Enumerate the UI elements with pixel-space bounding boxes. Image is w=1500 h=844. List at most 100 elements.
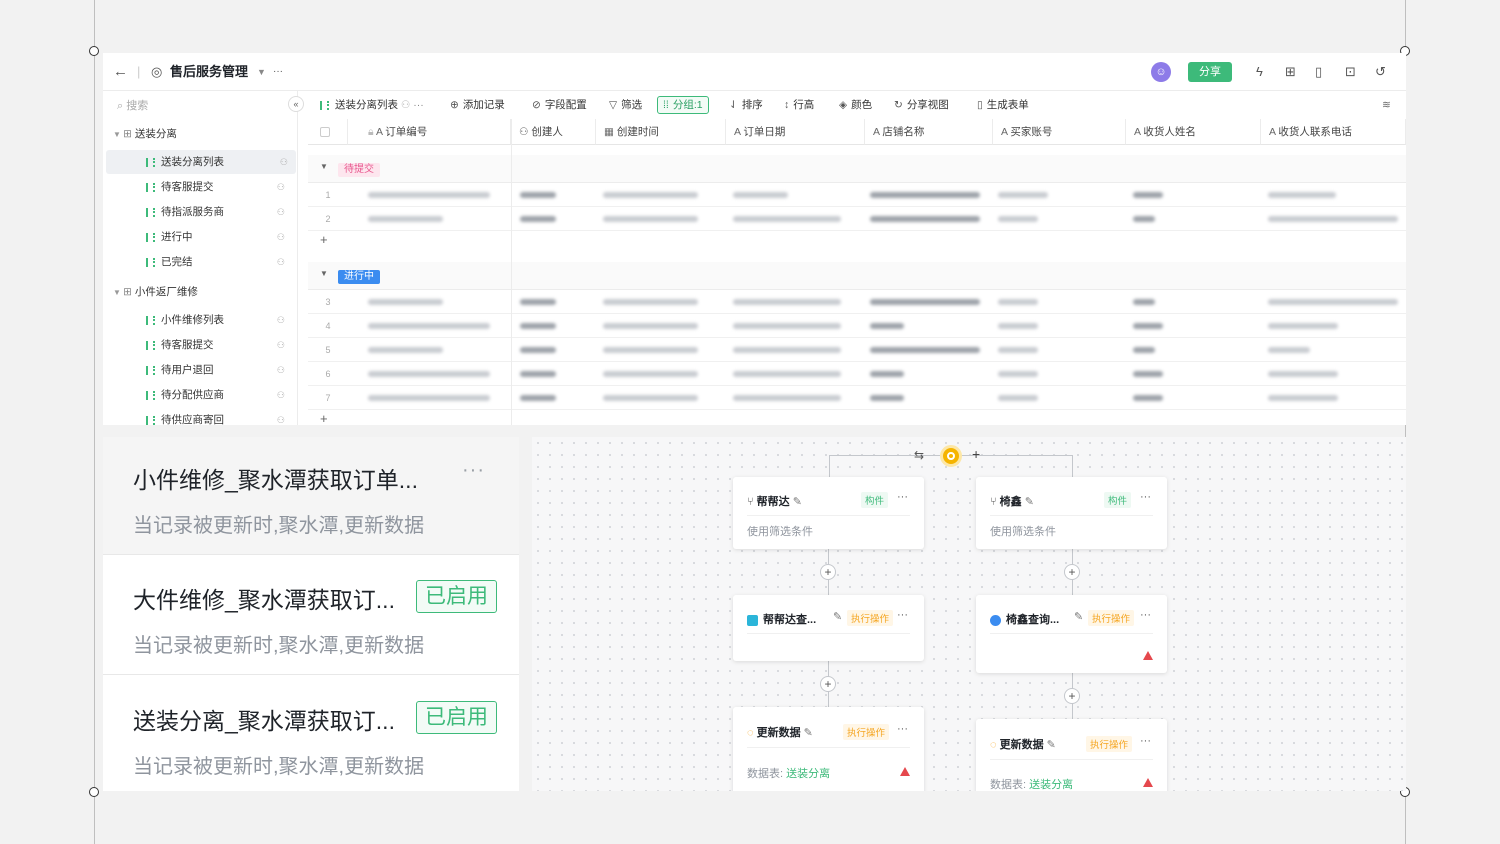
- condition-node[interactable]: ⑂ 帮帮达 ✎ 构件 ··· 使用筛选条件: [733, 477, 924, 549]
- table-row[interactable]: 2: [308, 207, 1406, 231]
- redacted-cell: [368, 216, 443, 222]
- add-step-button[interactable]: +: [820, 564, 836, 580]
- add-step-button[interactable]: +: [1064, 688, 1080, 704]
- column-header-shop-name[interactable]: A 店铺名称: [865, 119, 993, 145]
- edit-icon[interactable]: ✎: [1074, 610, 1083, 623]
- avatar[interactable]: ☺: [1151, 62, 1171, 82]
- column-header-receiver-phone[interactable]: A 收货人联系电话: [1261, 119, 1406, 145]
- sidebar-item-repair-pending-cs[interactable]: 待客服提交 ⚇: [103, 333, 293, 357]
- sidebar-item-repair-list[interactable]: 小件维修列表 ⚇: [103, 308, 293, 332]
- table-row[interactable]: 7: [308, 386, 1406, 410]
- group-header-pending[interactable]: ▼ 待提交: [308, 155, 1406, 183]
- sidebar-item-assign-supplier[interactable]: 待分配供应商 ⚇: [103, 383, 293, 407]
- row-number: 2: [325, 214, 331, 224]
- edit-icon[interactable]: ✎: [790, 496, 802, 508]
- sidebar-item-supplier-return[interactable]: 待供应商寄回 ⚇: [103, 408, 293, 425]
- generate-form-button[interactable]: ▯ 生成表单: [977, 91, 1029, 119]
- node-more-button[interactable]: ···: [1140, 735, 1151, 747]
- add-record-button[interactable]: ⊕ 添加记录: [450, 91, 505, 119]
- sidebar-item-completed[interactable]: 已完结 ⚇: [103, 250, 293, 274]
- automation-card[interactable]: 大件维修_聚水潭获取订... 已启用 当记录被更新时,聚水潭,更新数据: [103, 557, 519, 675]
- history-icon[interactable]: ↺: [1375, 53, 1386, 91]
- update-node[interactable]: ◌ 更新数据 ✎ 执行操作 ··· 数据表: 送装分离: [976, 719, 1167, 791]
- table-row[interactable]: 4: [308, 314, 1406, 338]
- field-config-button[interactable]: ⊘ 字段配置: [532, 91, 587, 119]
- edit-icon[interactable]: ✎: [833, 610, 842, 623]
- group-button[interactable]: ⁞⁞ 分组:1: [657, 96, 709, 114]
- action-node[interactable]: 帮帮达查... ✎ 执行操作 ···: [733, 595, 924, 661]
- condition-node[interactable]: ⑂ 椅鑫 ✎ 构件 ··· 使用筛选条件: [976, 477, 1167, 549]
- lightning-icon[interactable]: ϟ: [1256, 53, 1263, 91]
- action-node[interactable]: 椅鑫查询... ✎ 执行操作 ···: [976, 595, 1167, 673]
- view-selector[interactable]: 送装分离列表 ⚇ ···: [320, 91, 424, 119]
- table-link[interactable]: 送装分离: [786, 768, 830, 780]
- node-more-button[interactable]: ···: [897, 491, 908, 503]
- redacted-cell: [733, 395, 841, 401]
- node-more-button[interactable]: ···: [897, 723, 908, 735]
- more-button[interactable]: ···: [273, 53, 283, 91]
- column-header-created-time[interactable]: ▦ 创建时间: [596, 119, 726, 145]
- document-icon[interactable]: ▯: [1315, 53, 1322, 91]
- row-height-button[interactable]: ↕ 行高: [784, 91, 814, 119]
- sidebar-group-repair[interactable]: ▼ ⊞ 小件返厂维修: [103, 280, 293, 304]
- column-header-creator[interactable]: ⚇ 创建人: [511, 119, 596, 145]
- edit-icon[interactable]: ✎: [1022, 496, 1034, 508]
- column-header-order-no[interactable]: 🔒︎ A 订单编号: [348, 119, 511, 145]
- update-node[interactable]: ◌ 更新数据 ✎ 执行操作 ··· 数据表: 送装分离: [733, 707, 924, 791]
- table-row[interactable]: 6: [308, 362, 1406, 386]
- chevron-down-icon[interactable]: ▼: [257, 53, 266, 91]
- group-header-in-progress[interactable]: ▼ 进行中: [308, 262, 1406, 290]
- eye-off-icon: ⊘: [532, 99, 541, 111]
- person-icon: ⚇: [276, 232, 285, 242]
- node-more-button[interactable]: ···: [1140, 491, 1151, 503]
- automation-card[interactable]: 送装分离_聚水潭获取订... 已启用 当记录被更新时,聚水潭,更新数据: [103, 678, 519, 796]
- node-more-button[interactable]: ···: [1140, 609, 1151, 621]
- swap-icon[interactable]: ⇆: [914, 448, 924, 462]
- table-label: 数据表:: [990, 779, 1027, 791]
- sidebar-item-pending-assign[interactable]: 待指派服务商 ⚇: [103, 200, 293, 224]
- automation-card[interactable]: 小件维修_聚水潭获取订单... ··· 当记录被更新时,聚水潭,更新数据: [103, 437, 519, 555]
- share-view-button[interactable]: ↻ 分享视图: [894, 91, 949, 119]
- automation-title: 送装分离_聚水潭获取订...: [133, 708, 395, 734]
- edit-icon[interactable]: ✎: [801, 727, 813, 739]
- sidebar-item-pending-cs[interactable]: 待客服提交 ⚇: [103, 175, 293, 199]
- sidebar-item-in-progress[interactable]: 进行中 ⚇: [103, 225, 293, 249]
- column-header-buyer-account[interactable]: A 买家账号: [993, 119, 1126, 145]
- resize-handle[interactable]: [89, 46, 99, 56]
- select-all-checkbox[interactable]: [308, 119, 348, 145]
- redacted-cell: [1268, 347, 1310, 353]
- add-step-button[interactable]: +: [1064, 564, 1080, 580]
- add-row-button[interactable]: +: [320, 232, 328, 247]
- sidebar-item-pending-return[interactable]: 待用户退回 ⚇: [103, 358, 293, 382]
- add-row-button[interactable]: +: [320, 411, 328, 425]
- trigger-node-icon[interactable]: [940, 445, 962, 467]
- search-field[interactable]: ⌕ 搜索: [117, 95, 148, 117]
- column-label: 订单日期: [743, 126, 786, 138]
- filter-label: 筛选: [621, 99, 643, 111]
- filter-button[interactable]: ▽ 筛选: [609, 91, 642, 119]
- terminal-icon[interactable]: ⊡: [1345, 53, 1356, 91]
- node-body: 数据表: 送装分离: [747, 765, 830, 781]
- add-step-button[interactable]: +: [820, 676, 836, 692]
- table-row[interactable]: 5: [308, 338, 1406, 362]
- column-header-order-date[interactable]: A 订单日期: [726, 119, 865, 145]
- back-button[interactable]: ←: [113, 53, 128, 91]
- sidebar-group-songzhuang[interactable]: ▼ ⊞ 送装分离: [103, 122, 293, 146]
- sidebar-item-songzhuang-list[interactable]: 送装分离列表 ⚇: [106, 150, 296, 174]
- sort-button[interactable]: ⇃ 排序: [729, 91, 763, 119]
- table-row[interactable]: 3: [308, 290, 1406, 314]
- edit-icon[interactable]: ✎: [1044, 739, 1056, 751]
- node-more-button[interactable]: ···: [897, 609, 908, 621]
- redacted-cell: [733, 323, 841, 329]
- add-branch-button[interactable]: +: [972, 446, 980, 462]
- resize-handle[interactable]: [89, 787, 99, 797]
- color-button[interactable]: ◈ 颜色: [839, 91, 872, 119]
- share-button[interactable]: 分享: [1188, 62, 1232, 82]
- table-row[interactable]: 1: [308, 183, 1406, 207]
- column-header-receiver-name[interactable]: A 收货人姓名: [1126, 119, 1261, 145]
- apps-icon[interactable]: ⊞: [1285, 53, 1296, 91]
- more-button[interactable]: ···: [462, 459, 485, 482]
- redacted-cell: [1133, 323, 1163, 329]
- table-link[interactable]: 送装分离: [1029, 779, 1073, 791]
- view-settings-icon[interactable]: ≋: [1382, 91, 1391, 119]
